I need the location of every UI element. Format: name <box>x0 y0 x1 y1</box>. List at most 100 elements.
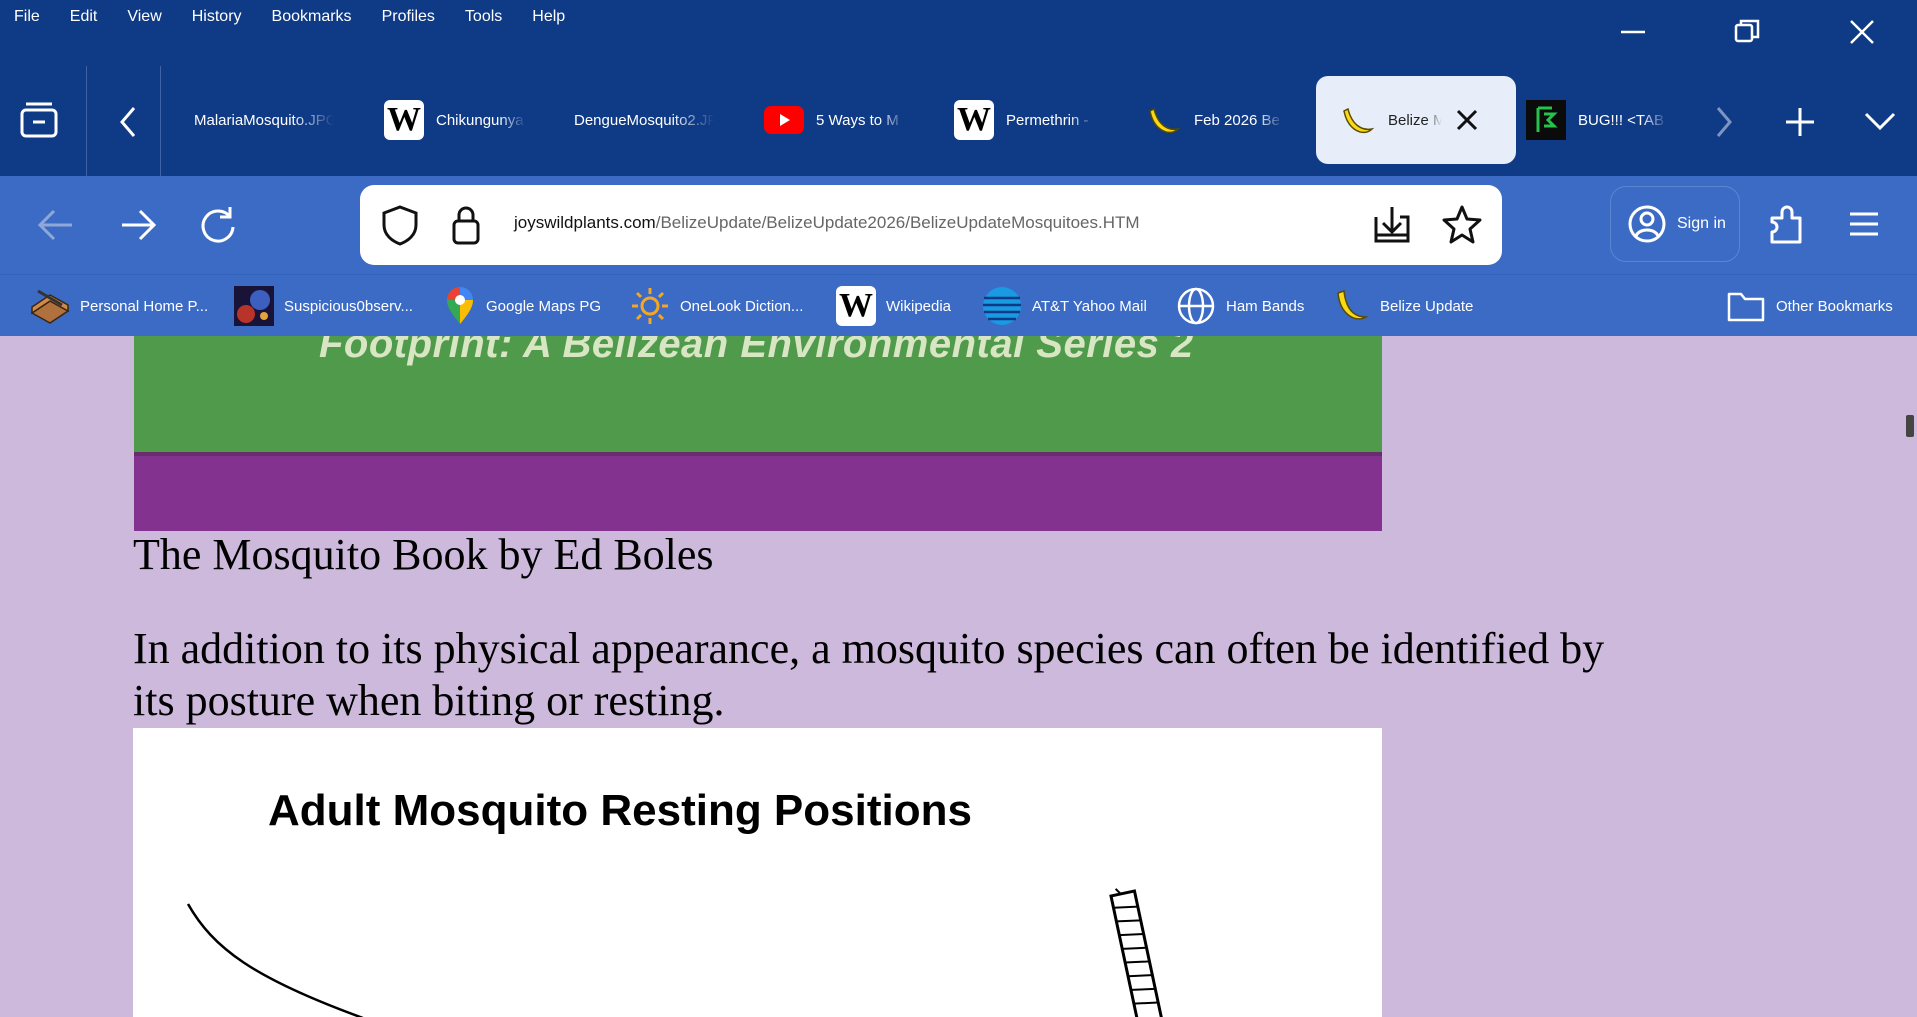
page-scrollbar[interactable] <box>1903 336 1917 1017</box>
tab[interactable]: W Permethrin - <box>932 76 1124 164</box>
downloads-button[interactable] <box>1370 203 1414 247</box>
tab[interactable]: DengueMosquito2.JPG <box>552 76 744 164</box>
menu-help[interactable]: Help <box>532 8 565 26</box>
minimize-button[interactable] <box>1598 6 1668 58</box>
tab-title: 5 Ways to M <box>816 111 899 129</box>
sun-icon <box>632 288 668 324</box>
wikipedia-icon: W <box>836 286 876 326</box>
tab-manager-button[interactable] <box>16 98 64 146</box>
bookmark-page-button[interactable] <box>1440 203 1484 247</box>
bookmark-label: Wikipedia <box>886 297 952 315</box>
bug-site-icon <box>1526 100 1566 140</box>
bookmark-label: Suspicious0bserv... <box>284 297 413 315</box>
tab[interactable]: Feb 2026 Be <box>1122 76 1314 164</box>
menu-profiles[interactable]: Profiles <box>382 8 435 26</box>
reload-icon <box>201 207 235 243</box>
puzzle-icon <box>1770 205 1802 244</box>
close-window-button[interactable] <box>1827 6 1897 58</box>
body-paragraph: In addition to its physical appearance, … <box>133 624 1605 725</box>
globe-icon <box>1177 287 1215 325</box>
restore-button[interactable] <box>1712 6 1782 58</box>
tab[interactable]: W Chikungunya <box>362 76 554 164</box>
hamburger-icon <box>1850 212 1878 236</box>
book-cover-image: Footprint: A Belizean Environmental Seri… <box>134 336 1382 531</box>
tab-title: BUG!!! <TAB <box>1578 111 1664 129</box>
tab-strip: MalariaMosquito.JPG W Chikungunya Dengue… <box>0 66 1917 176</box>
space-image-icon <box>234 286 274 326</box>
bookmark-item[interactable]: OneLook Diction... <box>630 287 803 325</box>
address-bar[interactable]: joyswildplants.com/BelizeUpdate/BelizeUp… <box>360 185 1502 265</box>
menu-bookmarks[interactable]: Bookmarks <box>272 8 352 26</box>
account-icon <box>1628 205 1666 243</box>
sign-in-label: Sign in <box>1677 215 1726 232</box>
tab-title: MalariaMosquito.JPG <box>194 111 334 129</box>
bookmark-item[interactable]: Personal Home P... <box>28 287 208 325</box>
bookmark-item[interactable]: Suspicious0bserv... <box>234 286 413 326</box>
bookmark-label: AT&T Yahoo Mail <box>1032 297 1147 315</box>
tab[interactable]: MalariaMosquito.JPG <box>172 76 364 164</box>
shield-icon <box>382 205 418 246</box>
url-path: /BelizeUpdate/BelizeUpdate2026/BelizeUpd… <box>655 213 1140 232</box>
new-tab-button[interactable] <box>1780 100 1820 144</box>
tab-title: Feb 2026 Be <box>1194 111 1280 129</box>
tab-active[interactable]: Belize M <box>1316 76 1516 164</box>
other-bookmarks-folder[interactable]: Other Bookmarks <box>1726 287 1893 325</box>
bookmarks-toolbar: Personal Home P... Suspicious0bserv... G… <box>0 274 1917 337</box>
menu-history[interactable]: History <box>192 8 242 26</box>
account-button[interactable]: Sign in <box>1610 186 1740 262</box>
bookmark-label: Google Maps PG <box>486 297 602 315</box>
lock-icon <box>452 206 480 245</box>
menu-view[interactable]: View <box>127 8 161 26</box>
tab-title: Belize M <box>1388 111 1442 129</box>
close-tab-icon[interactable] <box>1454 107 1480 133</box>
reload-button[interactable] <box>196 203 240 247</box>
att-icon <box>983 287 1021 325</box>
menu-file[interactable]: File <box>14 8 40 26</box>
forward-button[interactable] <box>116 203 160 247</box>
page-content: Footprint: A Belizean Environmental Seri… <box>0 336 1917 1017</box>
scroll-tabs-left-button[interactable] <box>112 100 146 144</box>
url-host: joyswildplants.com <box>514 213 656 232</box>
back-button[interactable] <box>34 203 78 247</box>
scroll-tabs-right-button[interactable] <box>1706 100 1740 144</box>
tab[interactable]: 5 Ways to M <box>742 76 934 164</box>
menu-edit[interactable]: Edit <box>70 8 98 26</box>
folder-icon <box>1727 292 1765 322</box>
scrollbar-thumb[interactable] <box>1906 415 1914 437</box>
menu-tools[interactable]: Tools <box>465 8 502 26</box>
chevron-down-icon <box>1864 112 1896 131</box>
divider <box>86 66 87 176</box>
app-menu-button[interactable] <box>1844 204 1884 244</box>
banana-icon <box>1343 107 1375 134</box>
url-text[interactable]: joyswildplants.com/BelizeUpdate/BelizeUp… <box>514 213 1140 233</box>
bookmark-item[interactable]: Belize Update <box>1332 287 1473 325</box>
list-all-tabs-button[interactable] <box>1860 100 1900 144</box>
bookmark-item[interactable]: W Wikipedia <box>836 286 952 326</box>
extensions-button[interactable] <box>1764 202 1808 248</box>
tab-title: Chikungunya <box>436 111 524 129</box>
other-bookmarks-label: Other Bookmarks <box>1776 297 1893 315</box>
arrow-right-icon <box>122 209 157 241</box>
menu-bar: File Edit View History Bookmarks Profile… <box>0 0 581 34</box>
bookmark-item[interactable]: AT&T Yahoo Mail <box>982 287 1147 325</box>
bookmark-label: OneLook Diction... <box>680 297 804 315</box>
wikipedia-icon: W <box>384 100 424 140</box>
restore-icon <box>1734 19 1760 43</box>
chevron-right-icon <box>1716 107 1732 137</box>
navigation-toolbar: joyswildplants.com/BelizeUpdate/BelizeUp… <box>0 176 1917 274</box>
site-info-button[interactable] <box>448 203 484 247</box>
download-icon <box>1374 207 1410 243</box>
bookmark-label: Personal Home P... <box>80 297 209 315</box>
cover-purple-band <box>134 452 1382 531</box>
cover-title-text: Footprint: A Belizean Environmental Seri… <box>319 336 1194 366</box>
tracking-protection-button[interactable] <box>378 203 422 247</box>
banana-icon <box>1337 289 1369 320</box>
plus-icon <box>1786 108 1814 136</box>
tab[interactable]: BUG!!! <TAB <box>1504 76 1696 164</box>
browser-chrome: File Edit View History Bookmarks Profile… <box>0 0 1917 337</box>
bookmark-label: Ham Bands <box>1226 297 1305 315</box>
bookmark-label: Belize Update <box>1380 297 1474 315</box>
banana-icon <box>1149 107 1181 134</box>
bookmark-item[interactable]: Google Maps PG <box>444 287 601 325</box>
bookmark-item[interactable]: Ham Bands <box>1176 287 1304 325</box>
